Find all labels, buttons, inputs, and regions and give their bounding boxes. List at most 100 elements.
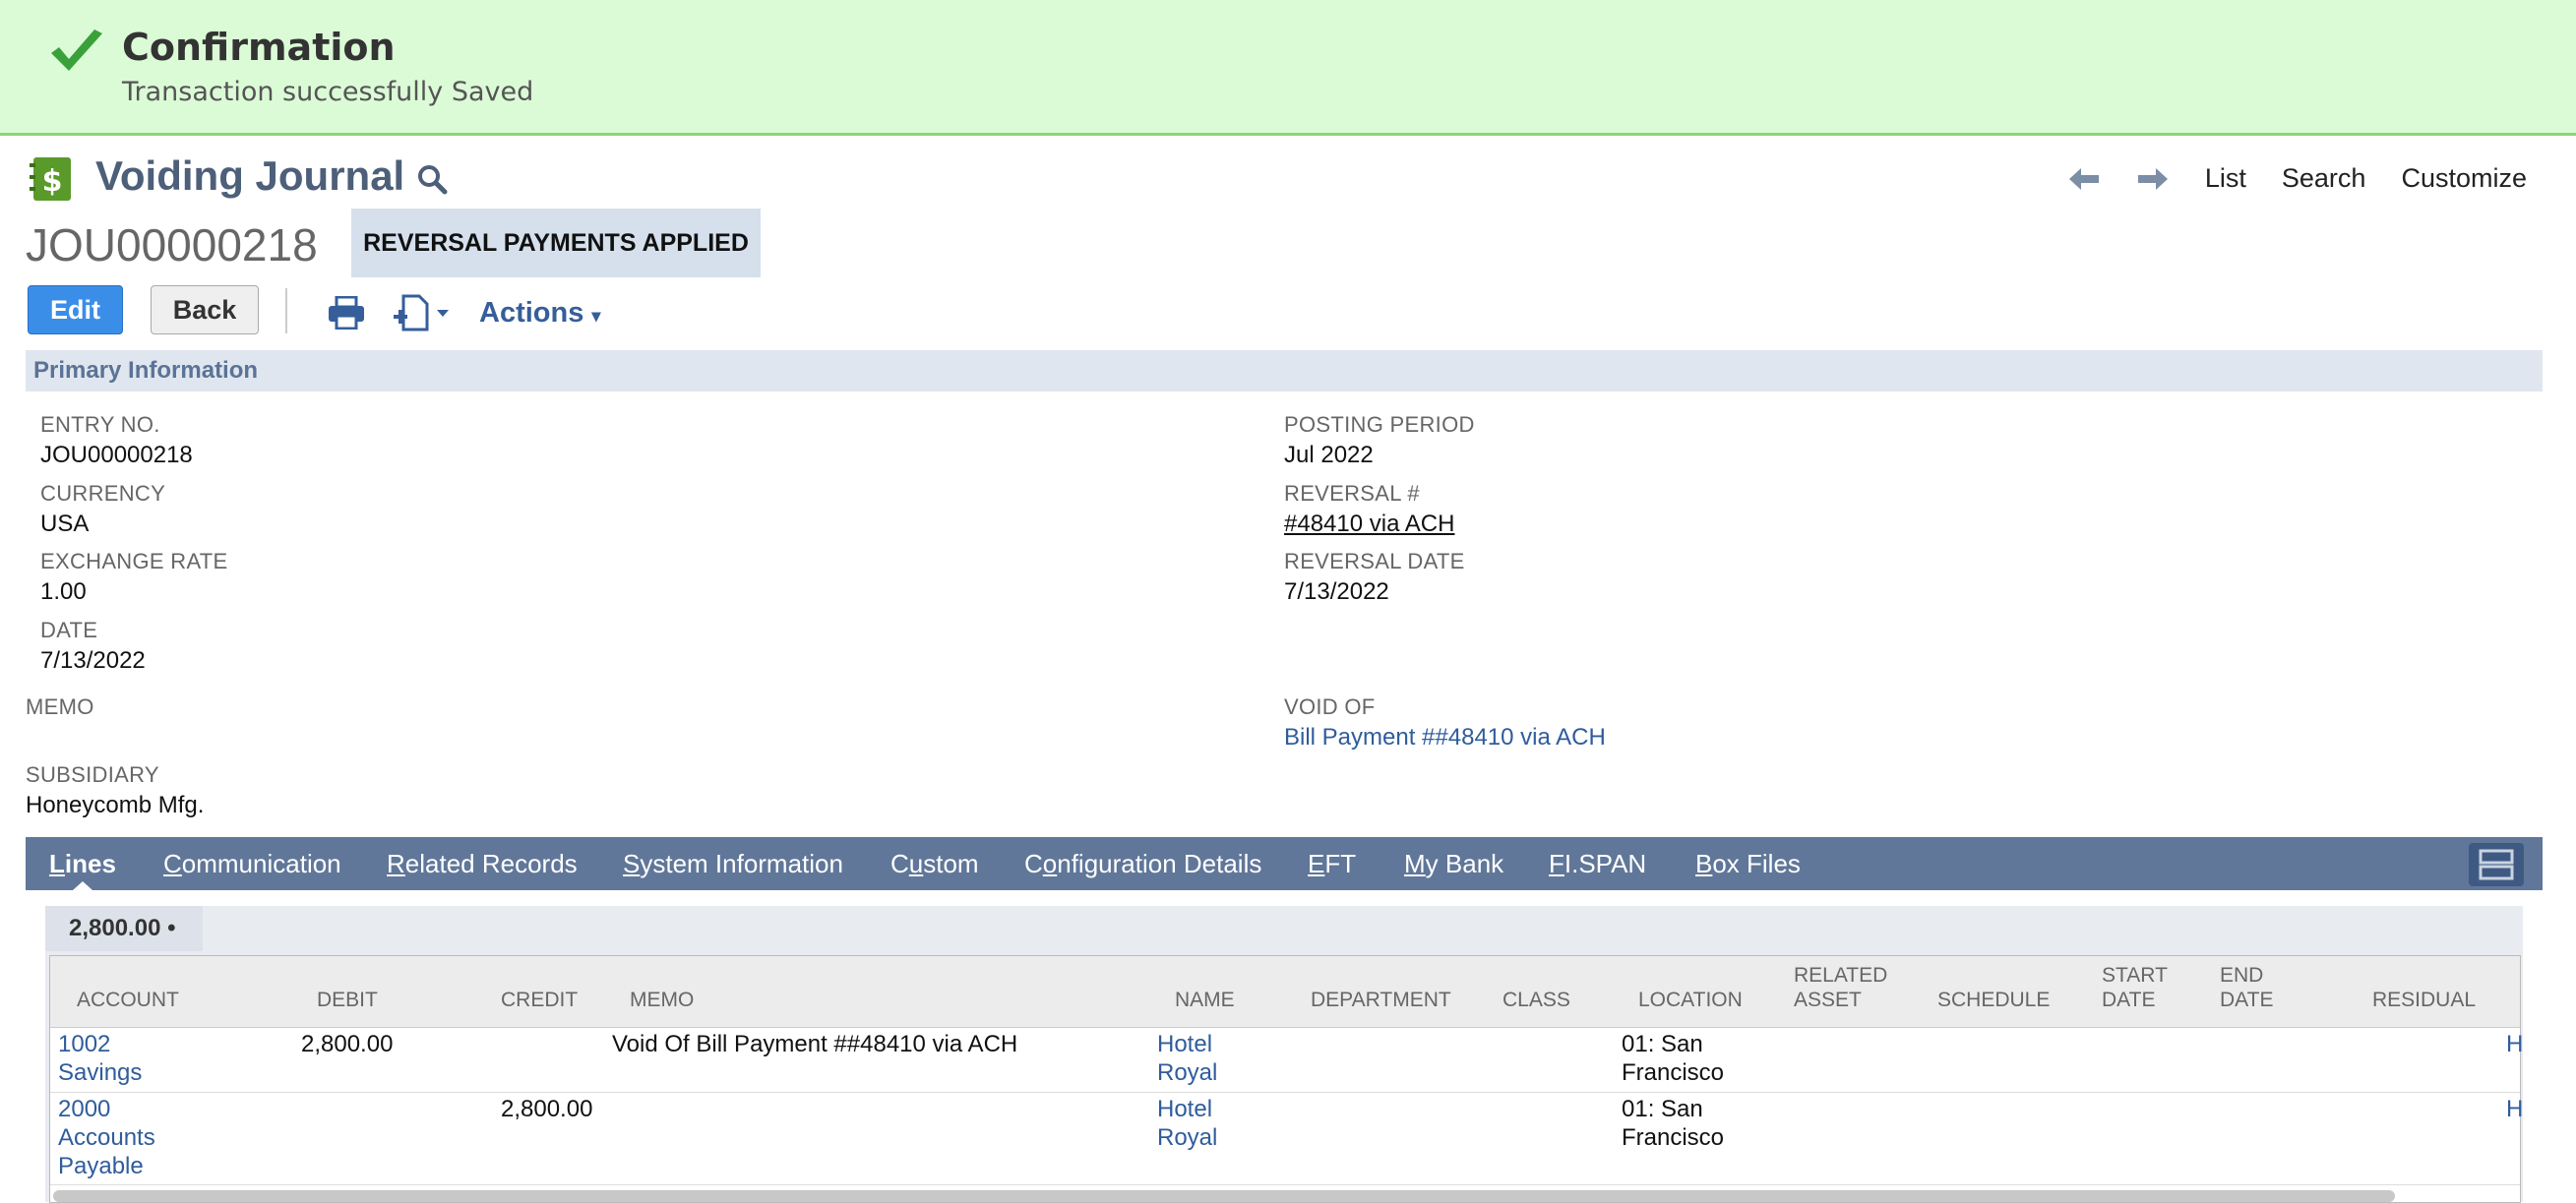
status-badge: REVERSAL PAYMENTS APPLIED (351, 209, 761, 277)
col-end-date-line2: DATE (2220, 989, 2274, 1011)
col-related-asset[interactable]: RELATED ASSET (1794, 963, 1887, 1012)
col-name[interactable]: NAME (1175, 988, 1235, 1012)
layout-toggle-button[interactable] (2469, 843, 2524, 886)
entry-no-field: ENTRY NO. JOU00000218 (40, 412, 193, 469)
row-account-line2: Savings (58, 1059, 143, 1086)
col-memo[interactable]: MEMO (630, 988, 694, 1012)
currency-value: USA (40, 511, 90, 537)
subsidiary-field: SUBSIDIARY Honeycomb Mfg. (26, 762, 204, 819)
stacked-layout-icon (2479, 849, 2514, 880)
tab-my-bank-key: M (1404, 849, 1426, 878)
tab-my-bank[interactable]: My Bank (1404, 837, 1503, 890)
row-truncated-link[interactable]: H (2506, 1030, 2523, 1058)
tab-communication[interactable]: Communication (163, 837, 341, 890)
col-debit[interactable]: DEBIT (317, 988, 378, 1012)
row-location-line1: 01: San (1622, 1031, 1703, 1057)
row-truncated-link[interactable]: H (2506, 1095, 2523, 1123)
void-of-field: VOID OF Bill Payment ##48410 via ACH (1284, 694, 1606, 752)
row-location-line2: Francisco (1622, 1059, 1725, 1086)
col-start-date-line1: START (2102, 964, 2168, 987)
row-account-line2: Accounts (58, 1124, 155, 1151)
void-of-link[interactable]: Bill Payment ##48410 via ACH (1284, 724, 1606, 752)
tab-lines[interactable]: Lines (49, 837, 116, 890)
reversal-number-link[interactable]: #48410 via ACH (1284, 511, 1454, 538)
row-memo: Void Of Bill Payment ##48410 via ACH (612, 1031, 1018, 1057)
arrow-right-icon[interactable] (2136, 166, 2170, 192)
date-field: DATE 7/13/2022 (40, 618, 146, 675)
tab-box-files-label: ox Files (1712, 849, 1801, 878)
new-document-icon[interactable] (392, 293, 453, 332)
primary-information-header[interactable]: Primary Information (26, 350, 2543, 391)
reversal-date-value: 7/13/2022 (1284, 578, 1389, 605)
horizontal-scrollbar[interactable] (53, 1190, 2395, 1202)
col-start-date[interactable]: START DATE (2102, 963, 2168, 1012)
row-debit: 2,800.00 (301, 1031, 394, 1057)
entry-no-value: JOU00000218 (40, 442, 193, 468)
actions-menu[interactable]: Actions ▾ (479, 297, 600, 330)
table-row: 2000 Accounts Payable 2,800.00 Hotel Roy… (50, 1092, 2523, 1185)
confirmation-title: Confirmation (122, 26, 396, 69)
tab-eft-key: E (1308, 849, 1325, 878)
tab-box-files[interactable]: Box Files (1695, 837, 1801, 890)
row-account-link[interactable]: 2000 Accounts Payable (58, 1095, 155, 1180)
edit-button[interactable]: Edit (28, 285, 123, 334)
subsidiary-value: Honeycomb Mfg. (26, 792, 205, 818)
reversal-date-field: REVERSAL DATE 7/13/2022 (1284, 549, 1465, 606)
row-name-link[interactable]: Hotel Royal (1157, 1095, 1217, 1152)
tab-lines-label: ines (64, 849, 116, 878)
date-label: DATE (40, 618, 98, 642)
tab-related-records-label: elated Records (404, 849, 578, 878)
tab-configuration-details[interactable]: Configuration Details (1024, 837, 1261, 890)
row-account-line1: 1002 (58, 1031, 111, 1057)
col-location[interactable]: LOCATION (1638, 988, 1743, 1012)
row-location-line2: Francisco (1622, 1124, 1725, 1151)
tab-fi-span[interactable]: FI.SPAN (1549, 837, 1646, 890)
row-name-line2: Royal (1157, 1059, 1218, 1086)
tab-box-files-key: B (1695, 849, 1713, 878)
currency-label: CURRENCY (40, 481, 166, 506)
print-icon[interactable] (328, 296, 365, 330)
checkmark-icon (51, 30, 102, 71)
col-schedule[interactable]: SCHEDULE (1937, 988, 2050, 1012)
tab-system-information-label: ystem Information (640, 849, 843, 878)
tab-eft[interactable]: EFT (1308, 837, 1356, 890)
col-start-date-line2: DATE (2102, 989, 2156, 1011)
tab-configuration-key: o (1042, 849, 1058, 878)
customize-link[interactable]: Customize (2401, 163, 2527, 194)
confirmation-message: Transaction successfully Saved (122, 77, 534, 107)
arrow-left-icon[interactable] (2067, 166, 2101, 192)
tab-custom-label: stom (923, 849, 979, 878)
tab-fi-span-label: I.SPAN (1564, 849, 1647, 878)
col-end-date-line1: END (2220, 964, 2264, 987)
confirmation-banner: Confirmation Transaction successfully Sa… (0, 0, 2576, 136)
lines-grid: ACCOUNT DEBIT CREDIT MEMO NAME DEPARTMEN… (49, 955, 2523, 1203)
search-icon[interactable] (415, 162, 449, 196)
row-location-line1: 01: San (1622, 1096, 1703, 1122)
tab-system-information[interactable]: System Information (623, 837, 843, 890)
col-class[interactable]: CLASS (1503, 988, 1570, 1012)
row-account-link[interactable]: 1002 Savings (58, 1030, 142, 1087)
tab-custom-prefix: C (890, 849, 909, 878)
col-residual[interactable]: RESIDUAL (2372, 988, 2476, 1012)
col-account[interactable]: ACCOUNT (77, 988, 179, 1012)
col-end-date[interactable]: END DATE (2220, 963, 2273, 1012)
back-button[interactable]: Back (151, 285, 259, 334)
row-location: 01: San Francisco (1622, 1030, 1724, 1087)
void-of-label: VOID OF (1284, 694, 1376, 719)
col-credit[interactable]: CREDIT (501, 988, 578, 1012)
tab-custom[interactable]: Custom (890, 837, 979, 890)
lines-total[interactable]: 2,800.00 • (45, 906, 203, 951)
posting-period-label: POSTING PERIOD (1284, 412, 1475, 437)
list-link[interactable]: List (2205, 163, 2246, 194)
tab-eft-label: FT (1324, 849, 1357, 878)
row-name-link[interactable]: Hotel Royal (1157, 1030, 1217, 1087)
row-credit: 2,800.00 (501, 1096, 593, 1122)
tab-related-records[interactable]: Related Records (387, 837, 578, 890)
col-department[interactable]: DEPARTMENT (1311, 988, 1451, 1012)
reversal-number-label: REVERSAL # (1284, 481, 1420, 506)
search-link[interactable]: Search (2282, 163, 2366, 194)
actions-label: Actions (479, 297, 584, 329)
posting-period-field: POSTING PERIOD Jul 2022 (1284, 412, 1475, 469)
row-account-line1: 2000 (58, 1096, 111, 1122)
currency-field: CURRENCY USA (40, 481, 165, 538)
